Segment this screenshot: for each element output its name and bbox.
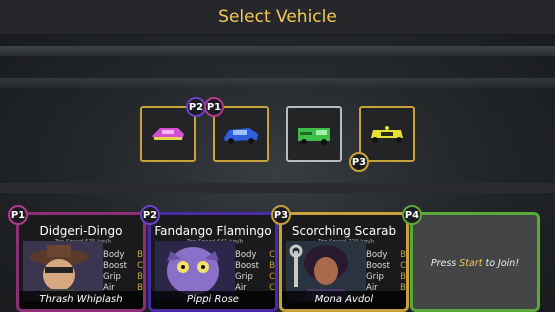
player-card-p2[interactable]: Fandango Flamingo Top Speed 641 km/h Bod… [148,212,278,312]
vehicle-slot-3[interactable] [286,106,342,162]
vehicle-slot-1[interactable] [140,106,196,162]
join-suffix: to Join! [482,258,520,269]
stat-value: C [137,261,143,271]
vehicle-stats: Body B Boost C Grip B Air B [103,250,143,294]
vehicle-pin-p2: P2 [186,97,206,117]
vehicle-slot-2[interactable] [213,106,269,162]
stat-value: C [269,250,275,260]
driver-name: Thrash Whiplash [19,291,143,309]
driver-name: Mona Avdol [282,291,406,309]
join-prefix: Press [430,258,460,269]
vehicle-pin-p1: P1 [204,97,224,117]
player-badge-p1: P1 [8,205,28,225]
stat-label: Body [103,250,125,260]
stat-value: B [269,261,275,271]
player-badge-p3: P3 [271,205,291,225]
vehicle-stats: Body B Boost C Grip B Air B [366,250,406,294]
player-card-p3[interactable]: Scorching Scarab Top Speed 729 km/h Body… [279,212,409,312]
stat-label: Body [366,250,388,260]
vehicle-slot-4[interactable] [359,106,415,162]
arena-rail-lower [0,183,555,193]
green-truck-icon [298,128,330,145]
press-start-message: Press Start to Join! [413,258,537,269]
player-card-p4-join[interactable]: Press Start to Join! [410,212,540,312]
stat-label: Boost [235,261,259,271]
stat-value: B [400,250,406,260]
player-badge-p4: P4 [402,205,422,225]
stat-value: C [400,261,406,271]
vehicle-name: Didgeri-Dingo [39,224,123,238]
blue-car-icon [224,128,258,144]
pink-hovercraft-icon [152,128,184,140]
stat-value: B [137,272,143,282]
vehicle-name: Scorching Scarab [291,224,397,238]
title-bar: Select Vehicle [0,0,555,35]
stat-label: Boost [103,261,127,271]
stat-value: B [400,272,406,282]
yellow-buggy-icon [371,126,403,143]
start-keyword: Start [459,258,483,269]
vehicle-stats: Body C Boost B Grip C Air C [235,250,275,294]
vehicle-pin-p3: P3 [349,152,369,172]
driver-name: Pippi Rose [151,291,275,309]
vehicle-name: Fandango Flamingo [154,224,272,238]
stat-value: B [137,250,143,260]
stat-label: Grip [235,272,253,282]
player-card-p1[interactable]: Didgeri-Dingo Top Speed 675 km/h BodyB B… [16,212,146,312]
arena-rail-top [0,46,555,56]
player-badge-p2: P2 [140,205,160,225]
stat-value: C [269,272,275,282]
stat-label: Boost [366,261,390,271]
arena-rail-upper [0,78,555,88]
page-title: Select Vehicle [218,7,337,27]
stat-label: Grip [103,272,121,282]
stat-label: Grip [366,272,384,282]
stat-label: Body [235,250,257,260]
